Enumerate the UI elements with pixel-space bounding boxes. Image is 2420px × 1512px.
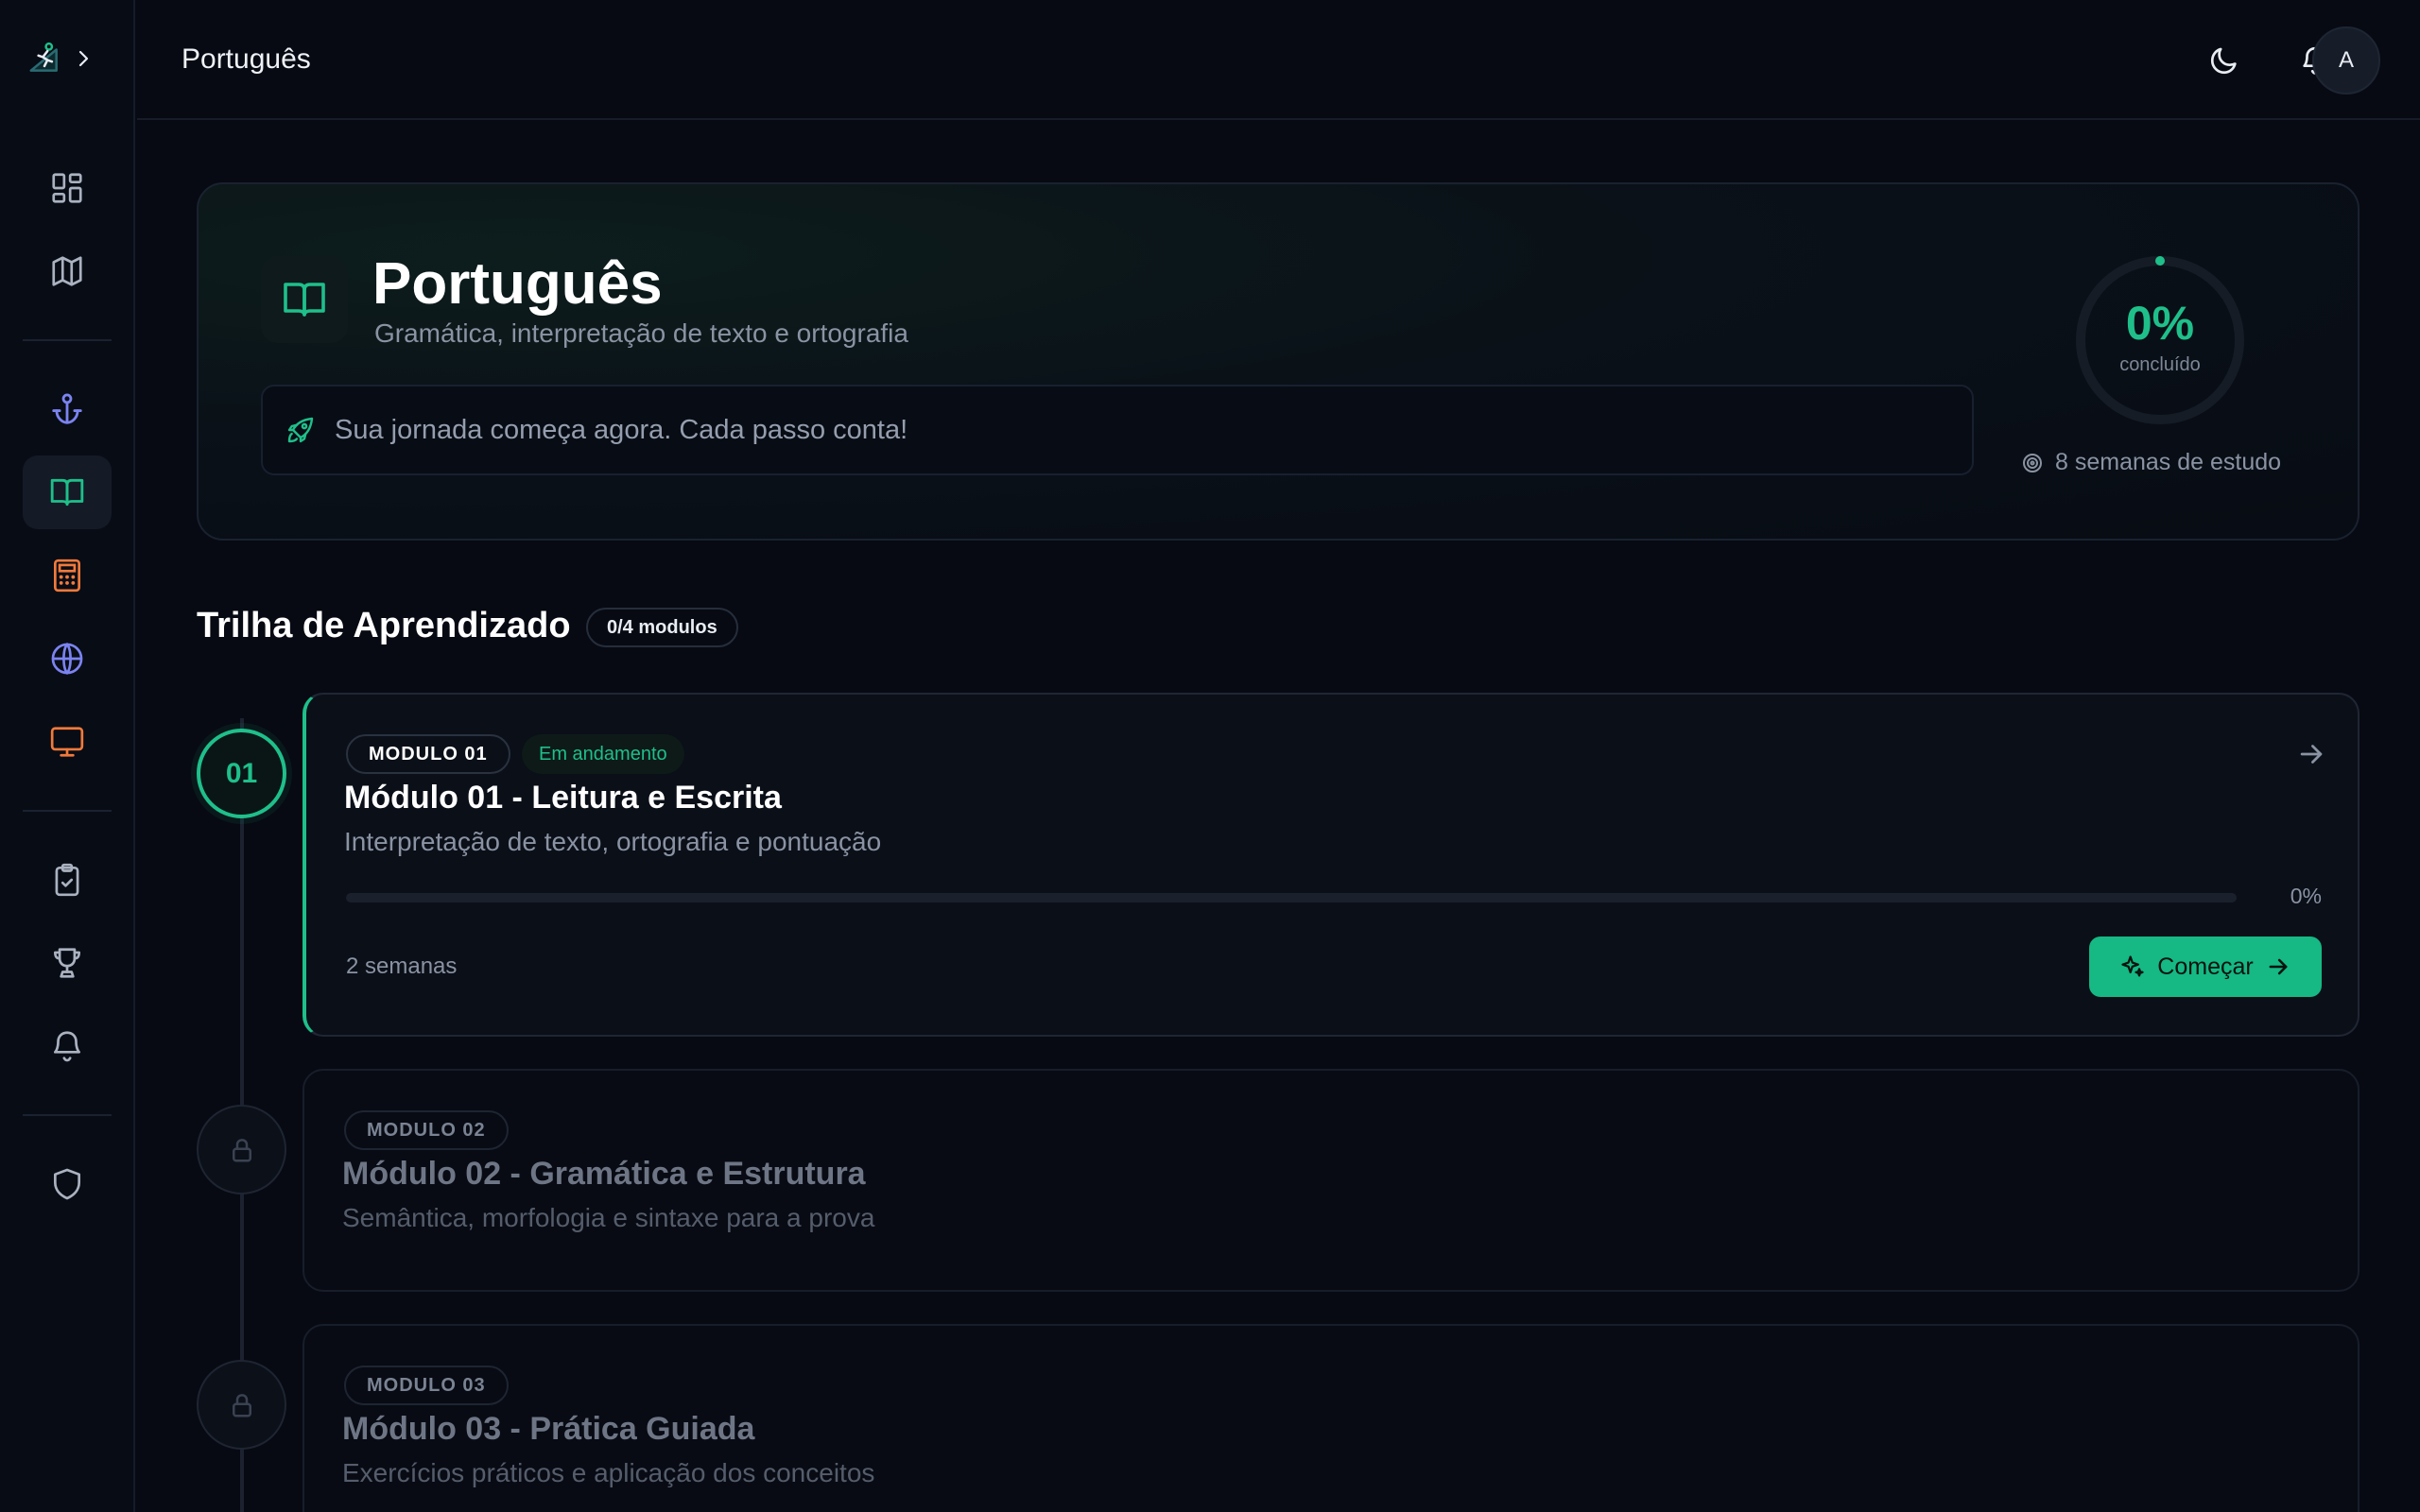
sidebar-item-tarefas[interactable] — [23, 843, 112, 917]
module-node-current: 01 — [197, 729, 286, 818]
subject-title: Português — [372, 251, 663, 317]
module-node-locked — [197, 1360, 286, 1450]
sidebar-logo[interactable] — [26, 40, 102, 77]
trophy-icon — [53, 948, 81, 978]
module-tag: MODULO 01 — [346, 734, 510, 774]
target-icon — [2023, 453, 2042, 472]
sidebar-divider — [23, 810, 112, 812]
module-card[interactable]: MODULO 01 Em andamento Módulo 01 - Leitu… — [302, 693, 2360, 1037]
module-progress-percent: 0% — [2290, 884, 2322, 908]
arrow-right-icon[interactable] — [2295, 738, 2327, 770]
progress-ring: 0% concluído — [2072, 252, 2248, 428]
sidebar-item-notificacoes[interactable] — [23, 1009, 112, 1083]
start-module-button[interactable]: Começar — [2089, 936, 2322, 997]
sidebar-item-portugues[interactable] — [23, 455, 112, 529]
book-icon — [50, 478, 84, 507]
calculator-icon — [53, 558, 81, 593]
sparkles-icon — [2121, 955, 2144, 977]
module-title: Módulo 02 - Gramática e Estrutura — [342, 1156, 866, 1192]
sidebar-item-informatica[interactable] — [23, 705, 112, 779]
shield-icon — [53, 1168, 81, 1200]
theme-toggle-button[interactable] — [2190, 26, 2258, 94]
bell-icon — [53, 1031, 81, 1062]
sidebar-item-ingles[interactable] — [23, 622, 112, 696]
motivation-banner: Sua jornada começa agora. Cada passo con… — [261, 385, 1974, 475]
subject-icon-box — [261, 256, 348, 343]
sidebar-item-seguranca[interactable] — [23, 1147, 112, 1221]
motivation-text: Sua jornada começa agora. Cada passo con… — [335, 414, 908, 445]
module-tag: MODULO 02 — [344, 1110, 509, 1150]
lock-icon — [232, 1393, 251, 1417]
module-description: Semântica, morfologia e sintaxe para a p… — [342, 1203, 875, 1232]
module-card-locked: MODULO 02 Módulo 02 - Gramática e Estrut… — [302, 1069, 2360, 1292]
arrow-right-icon — [2269, 958, 2288, 975]
lock-icon — [232, 1138, 251, 1161]
sidebar-divider — [23, 339, 112, 341]
module-title: Módulo 01 - Leitura e Escrita — [344, 780, 782, 816]
progress-percent: 0% — [2125, 297, 2195, 350]
module-duration: 2 semanas — [346, 954, 458, 979]
study-duration: 8 semanas de estudo — [2021, 449, 2281, 476]
module-description: Exercícios práticos e aplicação dos conc… — [342, 1458, 875, 1487]
chevron-right-icon[interactable] — [72, 47, 95, 70]
book-icon — [284, 283, 325, 317]
trail-title: Trilha de Aprendizado — [197, 606, 571, 645]
module-description: Interpretação de texto, ortografia e pon… — [344, 827, 882, 856]
page-title: Português — [182, 43, 311, 75]
user-avatar[interactable]: A — [2312, 26, 2380, 94]
sidebar-item-matematica[interactable] — [23, 539, 112, 612]
subject-subtitle: Gramática, interpretação de texto e orto… — [374, 318, 908, 348]
sidebar — [0, 0, 135, 1512]
top-header: Português A — [137, 0, 2420, 120]
module-node-locked — [197, 1105, 286, 1194]
start-button-label: Começar — [2157, 953, 2254, 980]
sidebar-item-map[interactable] — [23, 234, 112, 308]
progress-caption: concluído — [2119, 354, 2201, 375]
anchor-icon — [52, 393, 82, 424]
runner-logo-icon — [29, 42, 58, 72]
sidebar-item-dashboard[interactable] — [23, 151, 112, 225]
map-icon — [52, 256, 82, 286]
module-status-badge: Em andamento — [522, 734, 684, 774]
moon-icon — [2210, 47, 2237, 75]
module-card-locked: MODULO 03 Módulo 03 - Prática Guiada Exe… — [302, 1324, 2360, 1512]
rocket-icon — [287, 417, 314, 443]
modules-count-badge: 0/4 modulos — [586, 608, 738, 647]
globe-icon — [51, 642, 83, 676]
sidebar-item-anchor[interactable] — [23, 372, 112, 446]
module-progress-bar — [346, 893, 2237, 902]
app-root: Português A Português Gramática, interpr… — [0, 0, 2420, 1512]
sidebar-item-conquistas[interactable] — [23, 926, 112, 1000]
module-title: Módulo 03 - Prática Guiada — [342, 1411, 755, 1447]
sidebar-divider — [23, 1114, 112, 1116]
study-duration-text: 8 semanas de estudo — [2055, 449, 2282, 475]
module-tag: MODULO 03 — [344, 1366, 509, 1405]
subject-hero-card: Português Gramática, interpretação de te… — [197, 182, 2360, 541]
clipboard-check-icon — [55, 863, 79, 897]
grid-icon — [52, 173, 82, 203]
monitor-icon — [50, 727, 84, 757]
